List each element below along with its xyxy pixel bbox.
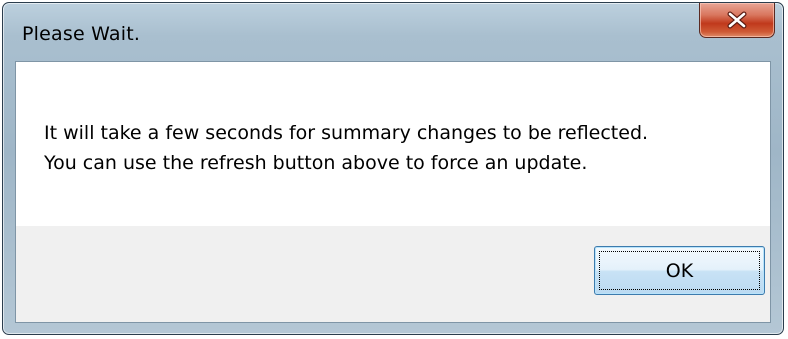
message-line-2: You can use the refresh button above to … [44, 152, 588, 174]
dialog-window: Please Wait. It will take a few seconds … [2, 2, 784, 335]
dialog-title: Please Wait. [22, 23, 141, 45]
message-area: It will take a few seconds for summary c… [16, 62, 770, 226]
message-line-1: It will take a few seconds for summary c… [44, 122, 649, 144]
close-icon [726, 11, 748, 29]
button-bar: OK [16, 226, 770, 322]
ok-button-label: OK [665, 259, 694, 282]
close-button[interactable] [699, 3, 775, 38]
ok-button[interactable]: OK [594, 246, 765, 295]
ok-focus-ring: OK [599, 251, 760, 290]
title-bar[interactable]: Please Wait. [3, 3, 783, 59]
dialog-body: It will take a few seconds for summary c… [15, 61, 771, 323]
